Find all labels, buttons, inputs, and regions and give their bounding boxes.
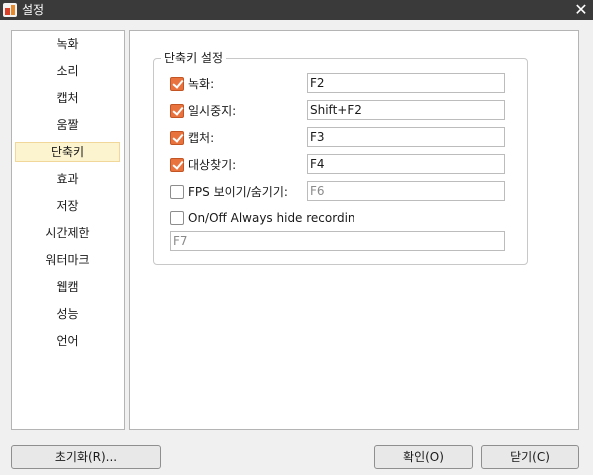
capture-hotkey-label: 캡처: <box>188 131 215 145</box>
reset-button[interactable]: 초기화(R)... <box>11 445 161 469</box>
find-target-hotkey-field[interactable]: F4 <box>307 154 505 174</box>
sidebar-item-time-limit[interactable]: 시간제한 <box>15 223 120 243</box>
ok-button[interactable]: 확인(O) <box>374 445 473 469</box>
sidebar-item-language[interactable]: 언어 <box>15 331 120 351</box>
pause-hotkey-field[interactable]: Shift+F2 <box>307 100 505 120</box>
dialog-client: 녹화 소리 캡처 움짤 단축키 효과 저장 시간제한 워터마크 웹캠 성능 언어… <box>0 20 593 475</box>
group-title: 단축키 설정 <box>161 50 227 66</box>
sidebar-item-webcam[interactable]: 웹캠 <box>15 277 120 297</box>
sidebar-item-hotkeys[interactable]: 단축키 <box>15 142 120 162</box>
pause-hotkey-label: 일시중지: <box>188 104 237 118</box>
fps-toggle-hotkey-label: FPS 보이기/숨기기: <box>188 185 288 199</box>
find-target-hotkey-checkbox[interactable] <box>170 158 184 172</box>
close-icon[interactable]: ✕ <box>573 1 589 19</box>
settings-category-list: 녹화 소리 캡처 움짤 단축키 효과 저장 시간제한 워터마크 웹캠 성능 언어 <box>11 30 125 430</box>
sidebar-item-sound[interactable]: 소리 <box>15 61 120 81</box>
sidebar-item-effects[interactable]: 효과 <box>15 169 120 189</box>
app-icon <box>3 3 17 17</box>
capture-hotkey-checkbox[interactable] <box>170 131 184 145</box>
sidebar-item-gif[interactable]: 움짤 <box>15 115 120 135</box>
close-button[interactable]: 닫기(C) <box>481 445 579 469</box>
hide-area-hotkey-field[interactable]: F7 <box>170 231 505 251</box>
settings-panel: 단축키 설정 녹화: F2 일시중지: Shift+F2 캡처: F3 대상찾기… <box>129 30 579 430</box>
hide-area-hotkey-checkbox[interactable] <box>170 211 184 225</box>
fps-toggle-hotkey-checkbox[interactable] <box>170 185 184 199</box>
title-bar: 설정 ✕ <box>0 0 593 20</box>
record-hotkey-field[interactable]: F2 <box>307 73 505 93</box>
capture-hotkey-field[interactable]: F3 <box>307 127 505 147</box>
pause-hotkey-checkbox[interactable] <box>170 104 184 118</box>
sidebar-item-watermark[interactable]: 워터마크 <box>15 250 120 270</box>
hotkey-settings-group: 단축키 설정 녹화: F2 일시중지: Shift+F2 캡처: F3 대상찾기… <box>153 50 528 265</box>
sidebar-item-save[interactable]: 저장 <box>15 196 120 216</box>
sidebar-item-record[interactable]: 녹화 <box>15 34 120 54</box>
window-title: 설정 <box>22 3 45 17</box>
record-hotkey-checkbox[interactable] <box>170 77 184 91</box>
hide-area-hotkey-label: On/Off Always hide recording area <box>188 211 354 225</box>
fps-toggle-hotkey-field[interactable]: F6 <box>307 181 505 201</box>
sidebar-item-performance[interactable]: 성능 <box>15 304 120 324</box>
record-hotkey-label: 녹화: <box>188 77 215 91</box>
sidebar-item-capture[interactable]: 캡처 <box>15 88 120 108</box>
find-target-hotkey-label: 대상찾기: <box>188 158 237 172</box>
